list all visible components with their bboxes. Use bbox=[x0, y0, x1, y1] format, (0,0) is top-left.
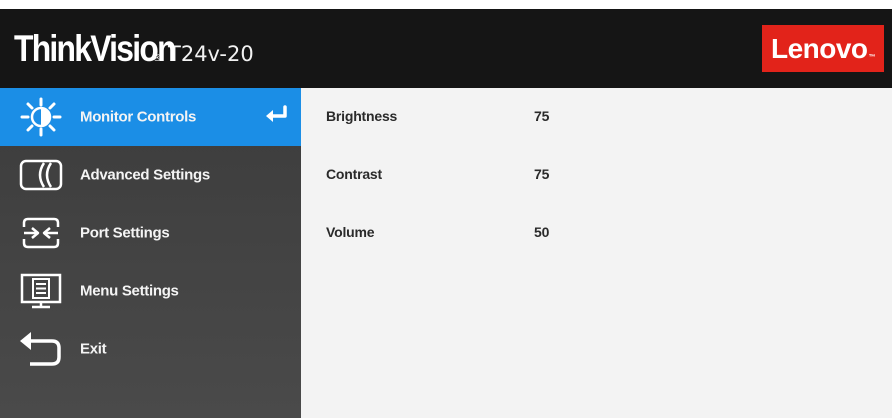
advanced-settings-icon bbox=[16, 155, 66, 195]
menu-item-port-settings[interactable]: Port Settings bbox=[0, 204, 301, 262]
setting-row-brightness[interactable]: Brightness 75 bbox=[301, 101, 892, 131]
enter-return-icon bbox=[264, 105, 290, 129]
osd-header: ThinkVision ® T24v-20 Lenovo ™ bbox=[0, 9, 892, 88]
menu-item-label: Monitor Controls bbox=[80, 108, 197, 126]
menu-item-label: Exit bbox=[80, 340, 107, 358]
exit-arrow-icon bbox=[16, 329, 66, 369]
brightness-sun-icon bbox=[16, 97, 66, 137]
setting-label: Volume bbox=[326, 224, 375, 240]
menu-item-exit[interactable]: Exit bbox=[0, 320, 301, 378]
lenovo-logo: Lenovo ™ bbox=[762, 25, 884, 72]
setting-row-volume[interactable]: Volume 50 bbox=[301, 217, 892, 247]
setting-row-contrast[interactable]: Contrast 75 bbox=[301, 159, 892, 189]
setting-value: 75 bbox=[534, 166, 550, 182]
thinkvision-logo: ThinkVision ® T24v-20 bbox=[14, 23, 254, 75]
lenovo-logo-text: Lenovo bbox=[770, 32, 868, 64]
model-name: T24v-20 bbox=[168, 42, 254, 66]
menu-item-advanced-settings[interactable]: Advanced Settings bbox=[0, 146, 301, 204]
settings-panel: Brightness 75 Contrast 75 Volume 50 bbox=[301, 88, 892, 418]
menu-item-label: Advanced Settings bbox=[80, 166, 210, 184]
menu-item-label: Menu Settings bbox=[80, 282, 179, 300]
osd-sidebar: Monitor Controls Advanced Settings Port … bbox=[0, 88, 301, 418]
setting-value: 50 bbox=[534, 224, 550, 240]
menu-item-menu-settings[interactable]: Menu Settings bbox=[0, 262, 301, 320]
menu-settings-icon bbox=[16, 271, 66, 311]
port-switch-icon bbox=[16, 213, 66, 253]
setting-value: 75 bbox=[534, 108, 550, 124]
menu-item-monitor-controls[interactable]: Monitor Controls bbox=[0, 88, 301, 146]
setting-label: Contrast bbox=[326, 166, 382, 182]
setting-label: Brightness bbox=[326, 108, 398, 124]
brand-name: ThinkVision bbox=[14, 28, 177, 69]
trademark-mark: ™ bbox=[868, 54, 876, 61]
menu-item-label: Port Settings bbox=[80, 224, 170, 242]
